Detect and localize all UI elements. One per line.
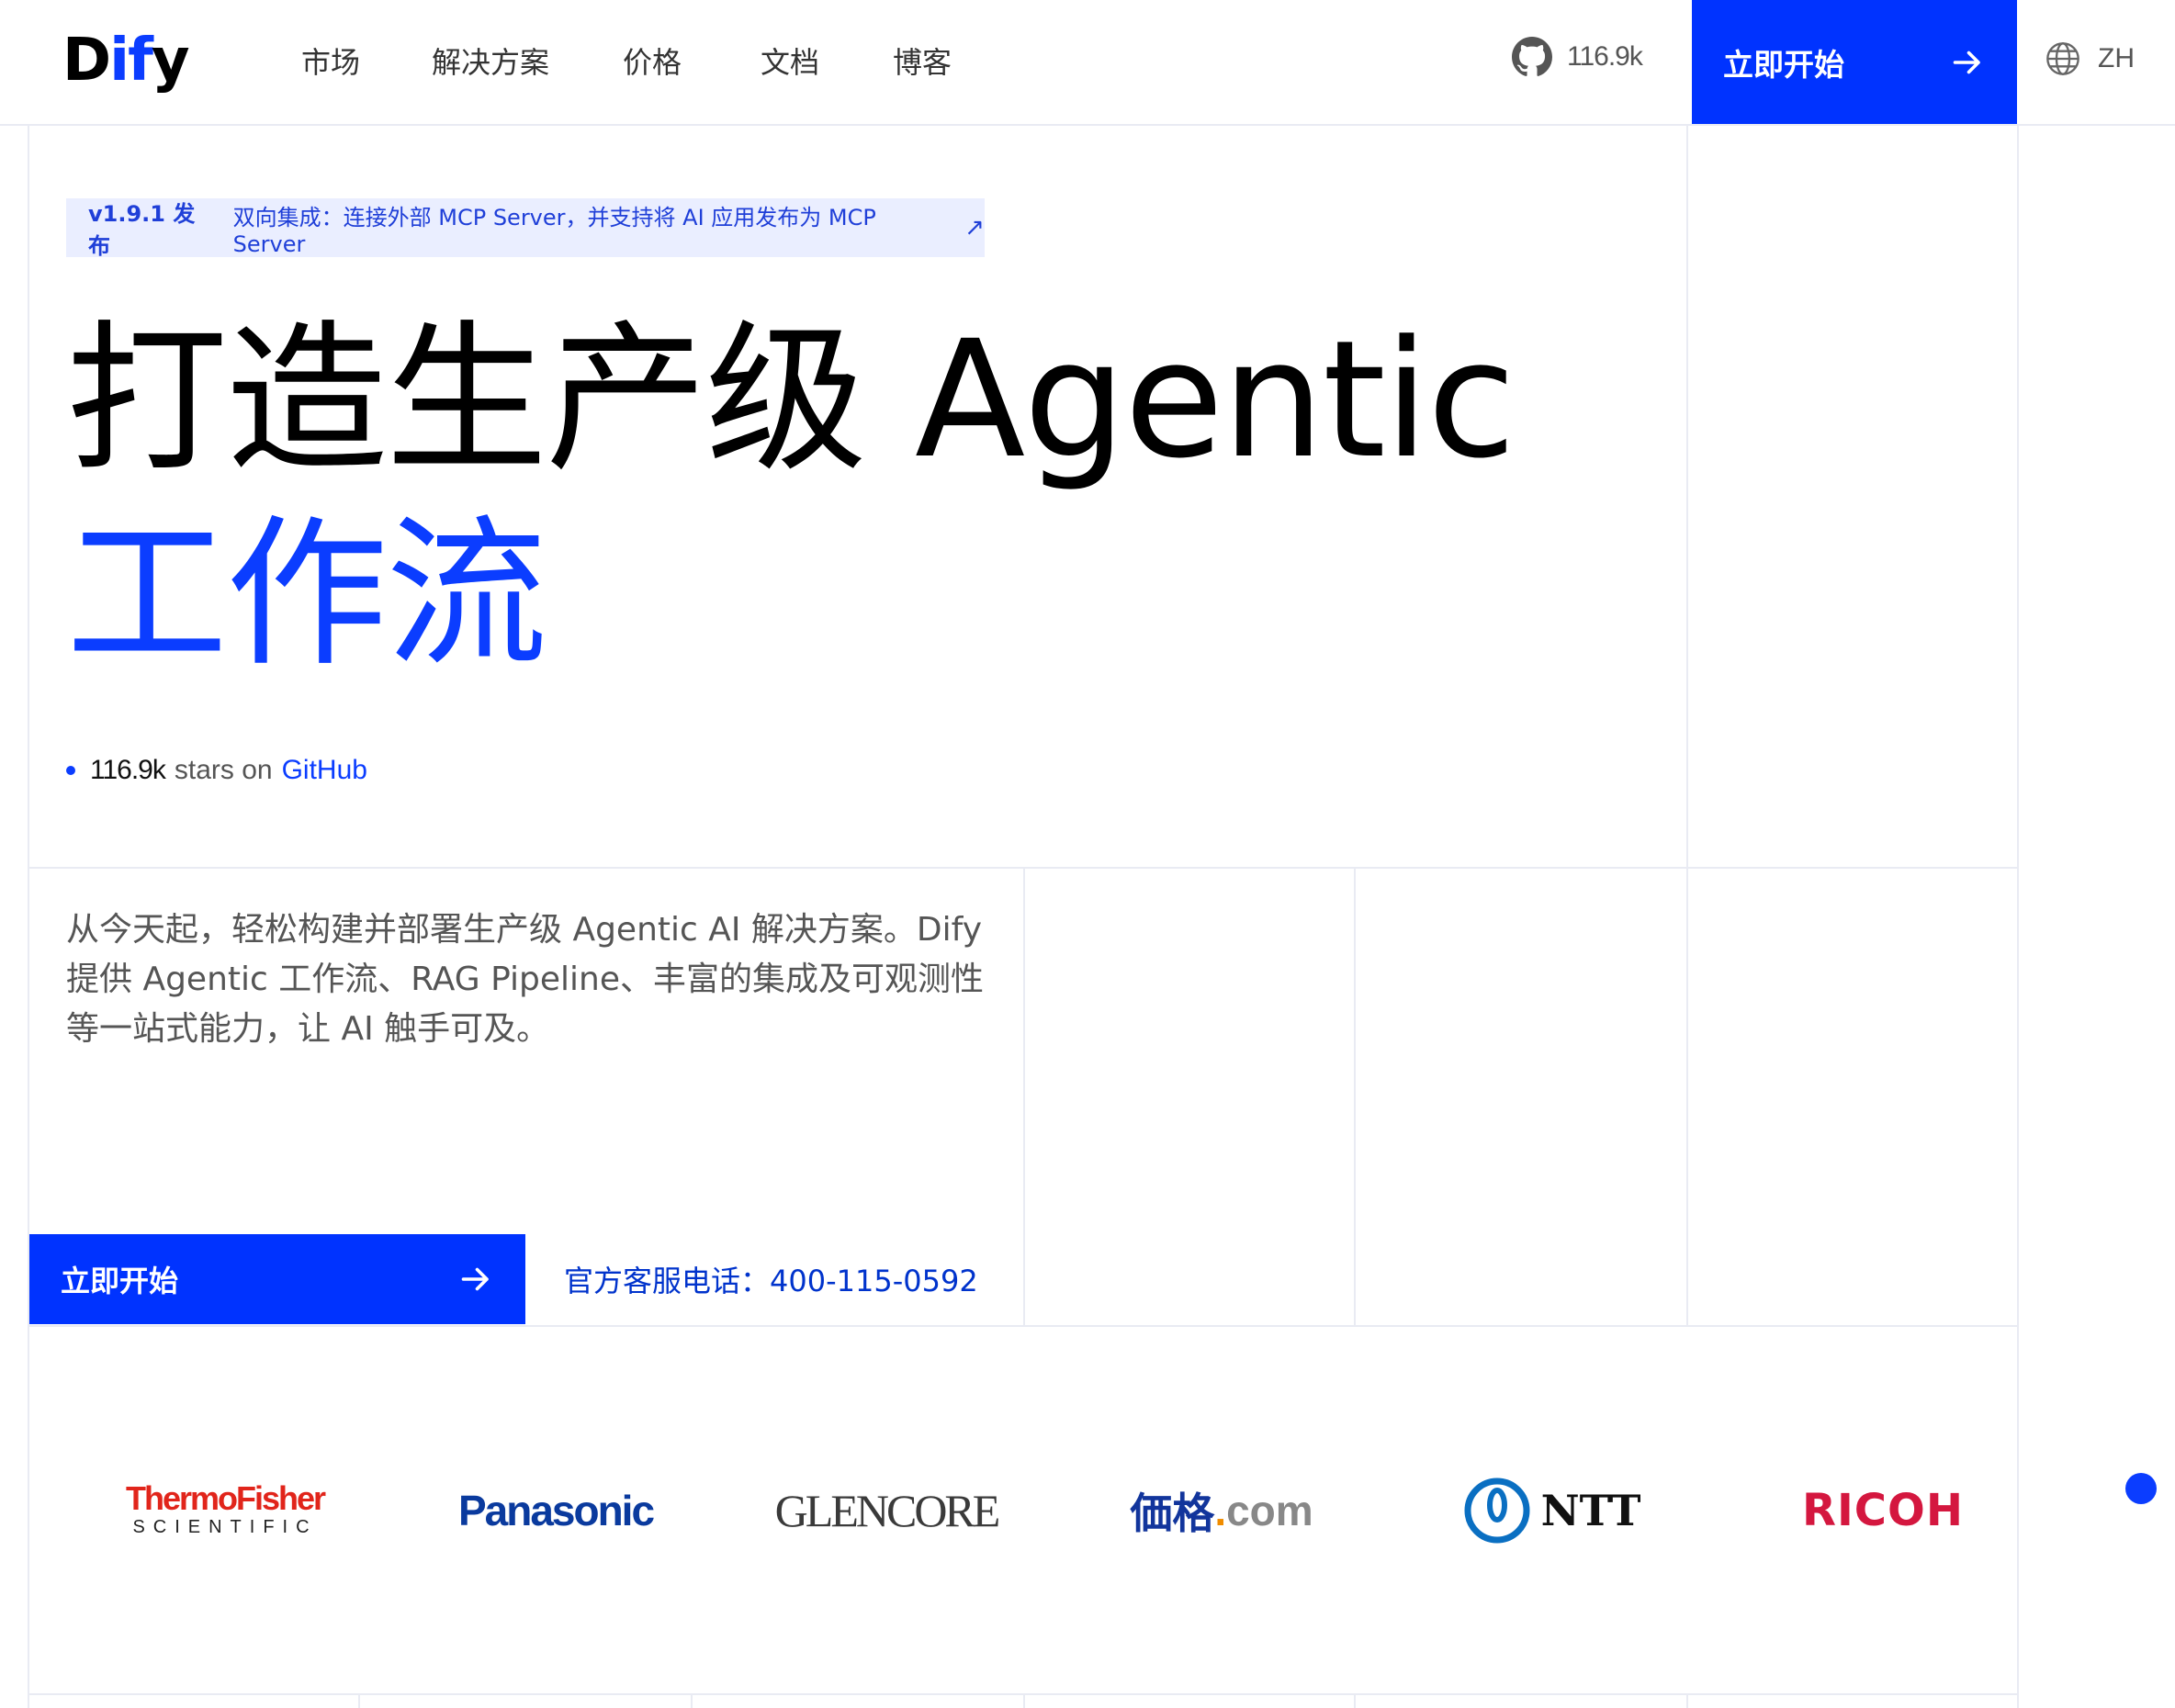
github-stars-line: 116.9k stars on GitHub xyxy=(66,755,367,786)
top-navbar: Dify 市场 解决方案 价格 文档 博客 116.9k 立即开始 ZH xyxy=(0,0,2175,126)
github-link[interactable]: GitHub xyxy=(282,755,367,786)
start-now-button-header[interactable]: 立即开始 xyxy=(1692,0,2017,124)
grid-line xyxy=(1354,867,1356,1327)
arrow-right-icon xyxy=(1953,51,1980,73)
release-text: 双向集成：连接外部 MCP Server，并支持将 AI 应用发布为 MCP S… xyxy=(232,204,876,257)
globe-icon xyxy=(2046,42,2079,75)
release-banner[interactable]: v1.9.1 发布 双向集成：连接外部 MCP Server，并支持将 AI 应… xyxy=(66,198,985,259)
external-link-icon: ↗ xyxy=(964,214,985,242)
github-stars-link[interactable]: 116.9k xyxy=(1512,37,1643,77)
nav-item-marketplace[interactable]: 市场 xyxy=(301,39,432,86)
hero-description: 从今天起，轻松构建并部署生产级 Agentic AI 解决方案。Dify 提供 … xyxy=(66,911,985,1048)
grid-line xyxy=(1354,1693,1356,1708)
nav-item-solutions[interactable]: 解决方案 xyxy=(432,39,623,86)
support-phone-link[interactable]: 官方客服电话：400-115-0592 xyxy=(564,1258,978,1300)
thermofisher-logo: ThermoFisher SCIENTIFIC xyxy=(125,1479,326,1538)
glencore-logo: GLENCORE xyxy=(774,1485,1001,1536)
bullet-dot xyxy=(66,766,75,775)
nav-item-docs[interactable]: 文档 xyxy=(761,39,893,86)
stars-text: stars on xyxy=(174,755,273,785)
nav-item-blog[interactable]: 博客 xyxy=(893,39,952,86)
language-label: ZH xyxy=(2098,43,2135,73)
ntt-mark-icon xyxy=(1464,1478,1530,1544)
release-version: v1.9.1 发布 xyxy=(88,201,196,259)
grid-line xyxy=(358,1693,360,1708)
grid-line xyxy=(28,126,29,1708)
panasonic-logo: Panasonic xyxy=(457,1487,655,1534)
grid-line xyxy=(691,1693,693,1708)
arrow-right-icon xyxy=(461,1267,489,1291)
kakaku-logo: 価格. com xyxy=(1130,1487,1313,1537)
start-now-button[interactable]: 立即开始 xyxy=(29,1234,525,1324)
grid-line xyxy=(2017,126,2019,1708)
start-now-label: 立即开始 xyxy=(61,1264,179,1298)
start-now-label: 立即开始 xyxy=(1723,46,1844,83)
ntt-logo: NTT xyxy=(1460,1469,1644,1552)
github-count-text: 116.9k xyxy=(1567,41,1643,72)
nav-item-pricing[interactable]: 价格 xyxy=(623,39,761,86)
ricoh-logo: RICOH xyxy=(1801,1485,1965,1536)
grid-line xyxy=(1023,1693,1025,1708)
language-switcher[interactable]: ZH xyxy=(2045,40,2135,77)
floating-chat-dot[interactable] xyxy=(2125,1473,2157,1504)
grid-line xyxy=(28,1325,2019,1327)
dify-logo[interactable]: Dify xyxy=(62,24,190,97)
hero-title-line1: 打造生产级 Agentic xyxy=(66,306,1516,494)
hero-title-line2: 工作流 xyxy=(66,500,547,689)
github-icon xyxy=(1512,37,1552,76)
grid-line xyxy=(1023,867,1025,1327)
stars-count: 116.9k xyxy=(90,755,166,785)
grid-line xyxy=(1686,126,1688,1327)
grid-line xyxy=(1686,1693,1688,1708)
main-nav: 市场 解决方案 价格 文档 博客 xyxy=(301,39,952,86)
